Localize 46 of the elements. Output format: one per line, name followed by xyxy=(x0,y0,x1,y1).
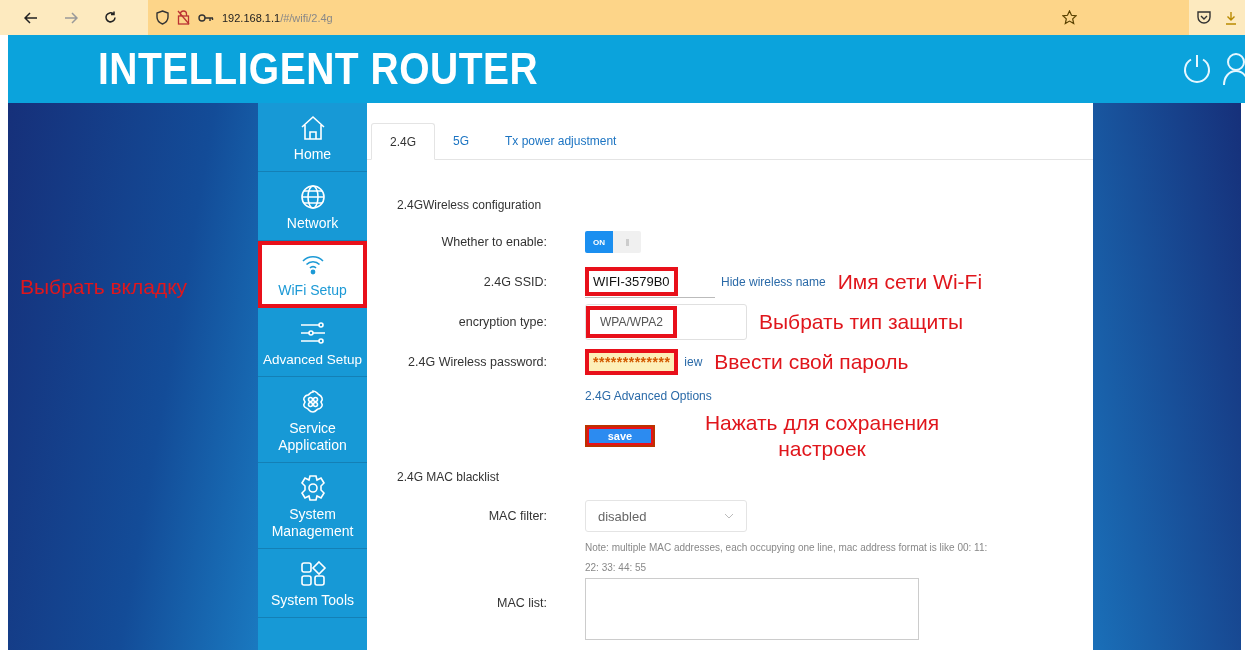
router-title: INTELLIGENT ROUTER xyxy=(98,43,539,95)
tab[interactable]: Tx power adjustment xyxy=(487,123,635,159)
section-title: 2.4G MAC blacklist xyxy=(397,470,501,486)
annotation-text: Выбрать вкладку xyxy=(20,275,188,299)
tab[interactable]: 5G xyxy=(435,123,488,159)
url-text[interactable]: 192.168.1.1/#/wifi/2.4g xyxy=(222,11,333,24)
field-label: Whether to enable: xyxy=(440,235,548,249)
back-icon[interactable] xyxy=(24,11,38,24)
annotation-text: Ввести свой пароль xyxy=(714,350,909,374)
sidebar-item[interactable]: WiFi Setup xyxy=(258,241,367,308)
forward-icon[interactable] xyxy=(64,11,78,24)
annotation-text: Выбрать тип защиты xyxy=(759,310,963,334)
encryption-select[interactable]: WPA/WPA2 xyxy=(586,306,677,338)
address-bar[interactable]: 192.168.1.1/#/wifi/2.4g xyxy=(148,0,1189,35)
shield-icon[interactable] xyxy=(156,10,169,25)
annotation-text: Имя сети Wi-Fi xyxy=(837,270,983,294)
annotation-text: Нажать для сохранения настроек xyxy=(703,410,941,462)
ssid-field[interactable]: WIFI-3579B0 xyxy=(585,267,678,296)
field-label: MAC list: xyxy=(496,595,548,610)
view-link[interactable]: iew xyxy=(684,355,703,369)
globe-icon xyxy=(298,183,327,211)
note-text: Note: multiple MAC addresses, each occupying one line, mac address format is like 00: 11: 22: 33: 44: 55 xyxy=(585,541,989,575)
password-field[interactable]: ************* xyxy=(585,349,679,375)
save-button[interactable]: save xyxy=(585,425,655,447)
gear-icon xyxy=(298,474,327,502)
tab[interactable]: 2.4G xyxy=(371,123,435,160)
chevron-down-icon xyxy=(724,513,734,519)
power-icon[interactable] xyxy=(1181,53,1213,85)
advanced-options-link[interactable]: 2.4G Advanced Options xyxy=(585,389,712,403)
reload-icon[interactable] xyxy=(104,11,117,24)
download-icon[interactable] xyxy=(1225,10,1237,25)
field-label: encryption type: xyxy=(457,315,548,329)
section-title: 2.4GWireless configuration xyxy=(397,198,543,214)
pocket-icon[interactable] xyxy=(1197,11,1211,24)
user-icon[interactable] xyxy=(1223,52,1245,86)
key-icon xyxy=(198,12,214,23)
field-label: 2.4G Wireless password: xyxy=(407,355,548,369)
lock-icon[interactable] xyxy=(177,10,190,25)
shapes-grid-icon xyxy=(298,560,327,588)
bookmark-star-icon[interactable] xyxy=(1062,10,1077,25)
sliders-icon xyxy=(298,319,327,347)
mac-list-field[interactable] xyxy=(585,578,919,640)
mac-filter-select[interactable]: disabled xyxy=(585,500,747,532)
hide-name-link[interactable]: Hide wireless name xyxy=(721,275,826,289)
field-label: MAC filter: xyxy=(487,509,548,523)
field-label: 2.4G SSID: xyxy=(482,275,548,289)
